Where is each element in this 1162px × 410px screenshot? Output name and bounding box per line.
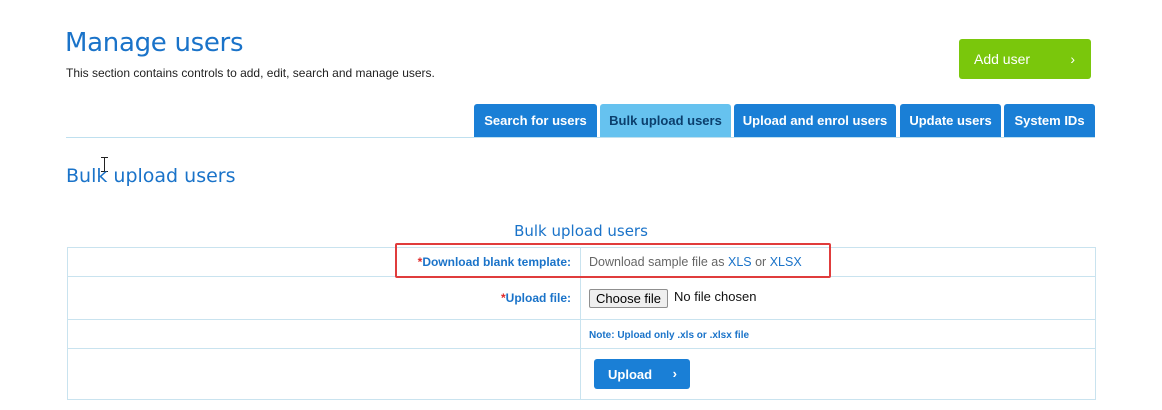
upload-button-label: Upload	[608, 366, 653, 382]
download-template-label: *Download blank template:	[67, 247, 581, 277]
page-description: This section contains controls to add, e…	[66, 66, 435, 80]
download-template-value: Download sample file as XLS or XLSX	[580, 247, 1096, 277]
upload-file-label-text: Upload file:	[505, 291, 571, 305]
tab-bar: Search for users Bulk upload users Uploa…	[66, 104, 1095, 138]
choose-file-button[interactable]: Choose file	[589, 288, 669, 308]
tab-bulk-upload-users[interactable]: Bulk upload users	[600, 104, 731, 137]
download-or-text: or	[755, 255, 767, 269]
tab-system-ids[interactable]: System IDs	[1004, 104, 1095, 137]
tab-upload-and-enrol-users[interactable]: Upload and enrol users	[734, 104, 896, 137]
page-title: Manage users	[65, 28, 244, 58]
download-sample-text: Download sample file as	[589, 255, 725, 269]
upload-file-row: *Upload file: Choose file No file chosen	[67, 276, 1096, 320]
form-caption: Bulk upload users	[514, 222, 648, 240]
download-xlsx-link[interactable]: XLSX	[770, 255, 802, 269]
upload-note: Note: Upload only .xls or .xlsx file	[589, 330, 750, 341]
upload-file-label: *Upload file:	[67, 276, 581, 320]
chevron-right-icon: ›	[672, 366, 677, 381]
note-label-cell	[67, 319, 581, 349]
no-file-chosen-text: No file chosen	[674, 288, 757, 304]
upload-button-cell: Upload ›	[580, 348, 1096, 400]
bulk-upload-form: *Download blank template: Download sampl…	[67, 247, 1096, 400]
upload-file-value: Choose file No file chosen	[580, 276, 1096, 320]
tab-update-users[interactable]: Update users	[900, 104, 1001, 137]
upload-button[interactable]: Upload ›	[594, 359, 690, 389]
download-template-row: *Download blank template: Download sampl…	[67, 247, 1096, 277]
tab-search-for-users[interactable]: Search for users	[474, 104, 597, 137]
chevron-right-icon: ›	[1070, 51, 1075, 67]
download-template-label-text: Download blank template:	[422, 255, 571, 269]
add-user-button[interactable]: Add user ›	[959, 39, 1091, 79]
note-row: Note: Upload only .xls or .xlsx file	[67, 319, 1096, 349]
upload-button-label-cell	[67, 348, 581, 400]
section-title: Bulk upload users	[66, 165, 236, 187]
note-value-cell: Note: Upload only .xls or .xlsx file	[580, 319, 1096, 349]
download-xls-link[interactable]: XLS	[728, 255, 752, 269]
upload-button-row: Upload ›	[67, 348, 1096, 400]
add-user-label: Add user	[974, 51, 1031, 67]
